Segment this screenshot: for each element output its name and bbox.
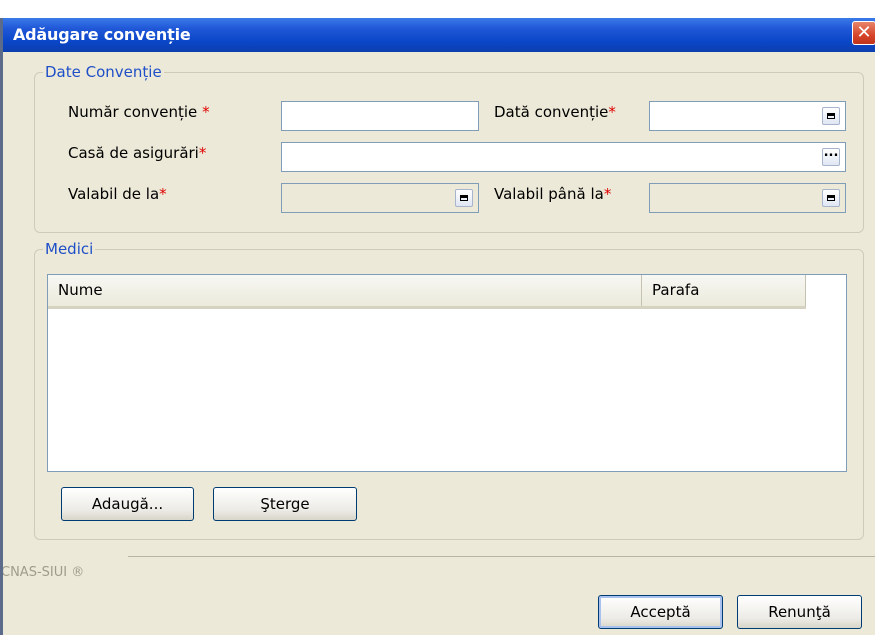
data-conventie-label-text: Dată convenție (494, 103, 609, 121)
delete-medic-button[interactable]: Şterge (213, 487, 357, 521)
data-conventie-calendar-button[interactable] (822, 107, 840, 125)
title-bar[interactable]: Adăugare convenție ✕ (3, 18, 875, 52)
ellipsis-icon: ... (823, 145, 839, 160)
casa-asigurari-browse-button[interactable]: ... (822, 145, 840, 166)
close-icon: ✕ (856, 22, 872, 43)
medici-table[interactable]: Nume Parafa (47, 274, 847, 472)
numar-conventie-input[interactable] (281, 101, 479, 131)
data-conventie-input[interactable] (649, 101, 846, 131)
valabil-de-la-calendar-button[interactable] (455, 189, 473, 207)
dialog-window: Adăugare convenție ✕ Date Convenție Numă… (0, 18, 875, 635)
close-button[interactable]: ✕ (852, 21, 875, 45)
valabil-de-la-label-text: Valabil de la (68, 185, 160, 203)
casa-asigurari-input[interactable] (281, 142, 846, 172)
valabil-de-la-label: Valabil de la* (68, 185, 167, 203)
top-strip (0, 0, 875, 18)
casa-asigurari-label-text: Casă de asigurări (68, 144, 199, 162)
calendar-icon (827, 195, 835, 201)
medici-legend: Medici (45, 240, 94, 258)
calendar-icon (827, 113, 835, 119)
valabil-pana-la-input[interactable] (649, 183, 846, 213)
numar-conventie-label-text: Număr convenție (68, 103, 198, 121)
valabil-pana-la-label: Valabil până la* (494, 185, 611, 203)
required-mark: * (603, 185, 612, 203)
valabil-pana-la-label-text: Valabil până la (494, 185, 604, 203)
casa-asigurari-label: Casă de asigurări* (68, 144, 206, 162)
left-edge (0, 18, 3, 635)
data-conventie-label: Dată convenție* (494, 103, 616, 121)
required-mark: * (159, 185, 167, 203)
valabil-de-la-input[interactable] (281, 183, 479, 213)
calendar-icon (460, 195, 468, 201)
valabil-pana-la-calendar-button[interactable] (822, 189, 840, 207)
footer-divider (128, 556, 875, 557)
brand-label: CNAS-SIUI ® (1, 565, 85, 580)
cancel-button[interactable]: Renunţă (737, 595, 862, 629)
accept-button[interactable]: Acceptă (598, 595, 723, 629)
date-conventie-legend: Date Convenție (45, 63, 162, 81)
required-mark: * (608, 103, 616, 121)
numar-conventie-label: Număr convenție * (68, 103, 210, 121)
window-title: Adăugare convenție (13, 25, 191, 44)
column-header-parafa[interactable]: Parafa (642, 275, 806, 306)
table-header: Nume Parafa (48, 275, 806, 309)
add-medic-button[interactable]: Adaugă... (61, 487, 194, 521)
column-header-nume[interactable]: Nume (48, 275, 642, 306)
required-mark: * (198, 144, 207, 162)
required-mark: * (202, 103, 210, 121)
